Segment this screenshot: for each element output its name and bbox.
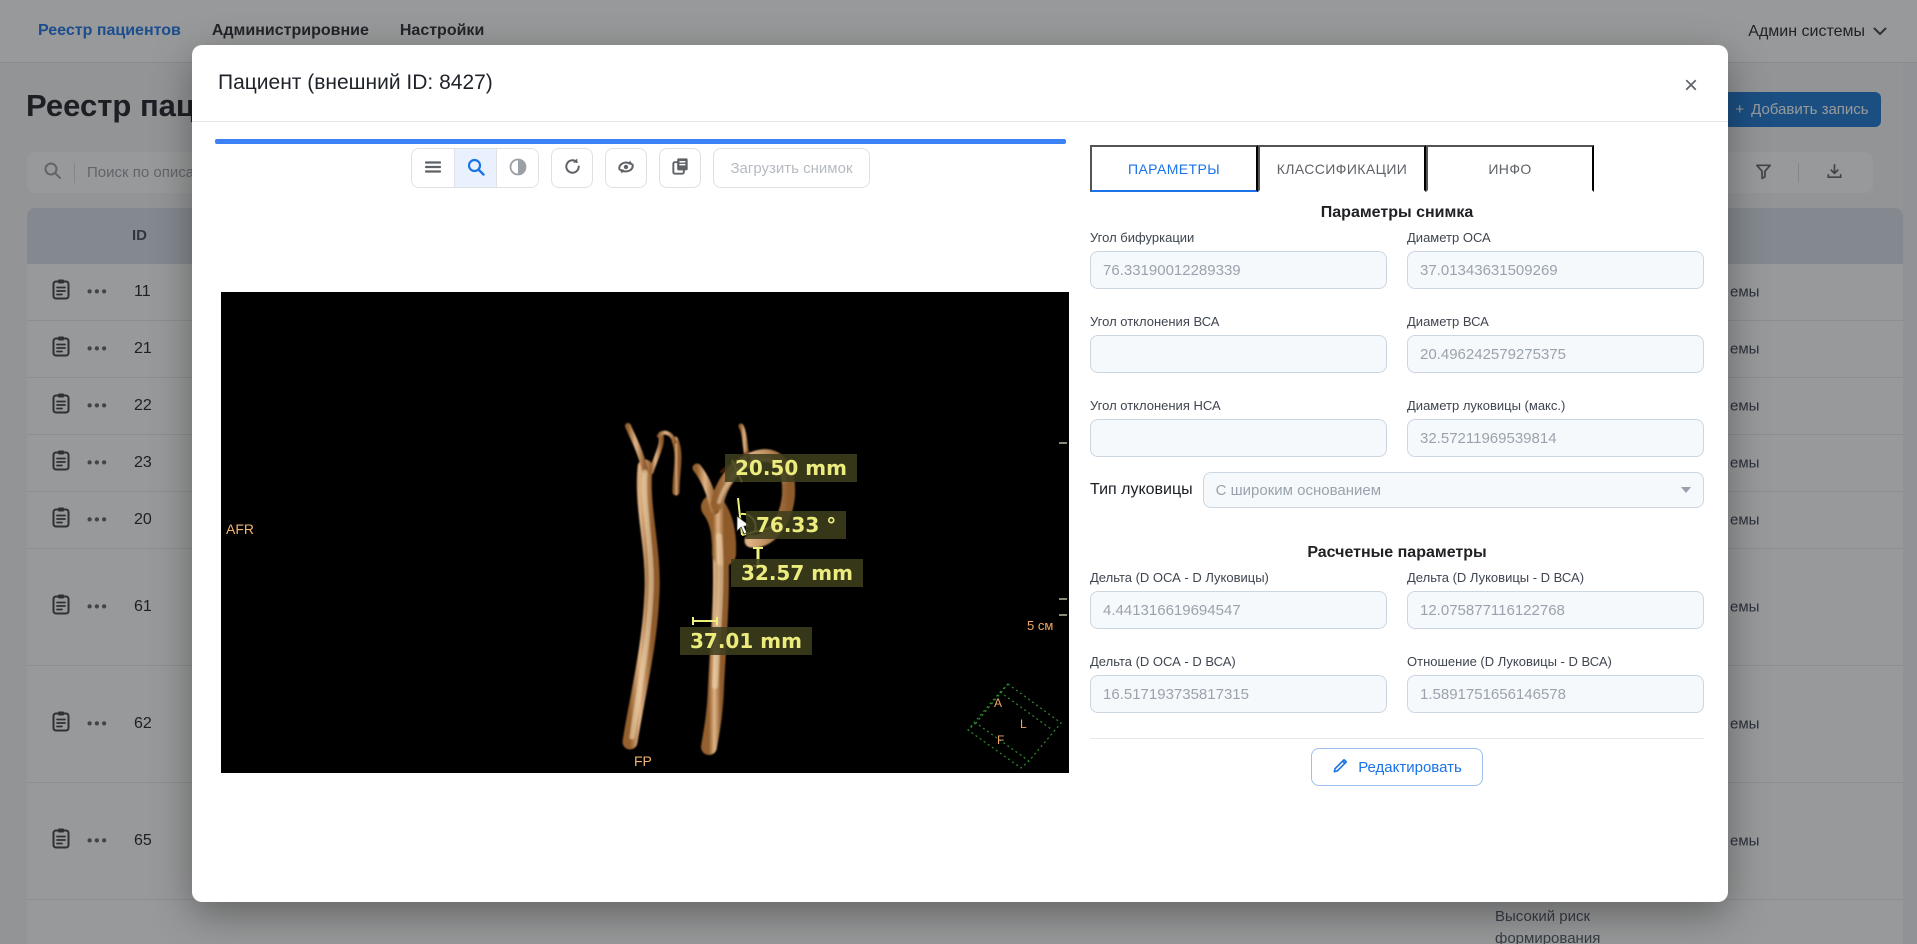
cube-label-l: L	[1020, 717, 1027, 731]
close-icon[interactable]: ×	[1676, 71, 1706, 101]
field-label: Дельта (D Луковицы - D ВСА)	[1407, 570, 1704, 585]
cca-diameter-input[interactable]	[1407, 251, 1704, 289]
menu-icon	[423, 157, 443, 180]
field-ratio-bulb-ica: Отношение (D Луковицы - D ВСА)	[1407, 654, 1704, 713]
field-ica-diameter: Диаметр ВСА	[1407, 314, 1704, 373]
tab-parameters[interactable]: ПАРАМЕТРЫ	[1090, 145, 1258, 192]
scale-tick	[1059, 442, 1067, 444]
contrast-icon	[508, 157, 528, 180]
zoom-mode-button[interactable]	[454, 149, 496, 187]
viewer-toolbar: Загрузить снимок	[215, 148, 1066, 188]
delta-cca-ica-input[interactable]	[1090, 675, 1387, 713]
chevron-down-icon	[1681, 487, 1691, 493]
section-heading-image-params: Параметры снимка	[1090, 204, 1704, 222]
field-delta-cca-ica: Дельта (D ОСА - D ВСА)	[1090, 654, 1387, 713]
copy-button[interactable]	[659, 148, 701, 188]
delta-bulb-ica-input[interactable]	[1407, 591, 1704, 629]
section-heading-calc-params: Расчетные параметры	[1090, 544, 1704, 562]
pencil-icon	[1332, 757, 1349, 778]
field-label: Дельта (D ОСА - D ВСА)	[1090, 654, 1387, 669]
field-label: Угол отклонения ВСА	[1090, 314, 1387, 329]
field-ica-deviation-angle: Угол отклонения ВСА	[1090, 314, 1387, 373]
viewer-progress-bar	[215, 139, 1066, 144]
scale-tick	[1059, 614, 1067, 616]
upload-image-button: Загрузить снимок	[713, 148, 869, 188]
measurement-label-angle: 76.33 °	[746, 511, 846, 539]
measurement-label-32mm: 32.57 mm	[731, 559, 863, 587]
calc-params-grid: Дельта (D ОСА - D Луковицы) Дельта (D Лу…	[1090, 570, 1704, 713]
rotate-3d-icon	[615, 156, 637, 181]
measurement-label-20mm: 20.50 mm	[725, 454, 857, 482]
field-label: Угол отклонения НСА	[1090, 398, 1387, 413]
edit-button-label: Редактировать	[1358, 759, 1462, 776]
scale-tick	[1059, 598, 1067, 600]
bulb-diameter-input[interactable]	[1407, 419, 1704, 457]
field-label: Диаметр луковицы (макс.)	[1407, 398, 1704, 413]
modal-tabs: ПАРАМЕТРЫ КЛАССИФИКАЦИИ ИНФО	[1090, 145, 1704, 192]
field-label: Диаметр ОСА	[1407, 230, 1704, 245]
bulb-type-value: С широким основанием	[1216, 482, 1381, 499]
vessel-render: A L F	[221, 292, 1069, 773]
parameters-pane: ПАРАМЕТРЫ КЛАССИФИКАЦИИ ИНФО Параметры с…	[1090, 145, 1704, 786]
viewer-mode-group	[411, 148, 539, 188]
cube-label-a: A	[994, 696, 1002, 710]
tab-info[interactable]: ИНФО	[1426, 145, 1594, 192]
modal-header: Пациент (внешний ID: 8427) ×	[192, 45, 1728, 122]
orientation-cube-icon	[968, 684, 1061, 768]
magnifier-icon	[466, 157, 486, 180]
contrast-button[interactable]	[496, 149, 538, 187]
field-label: Диаметр ВСА	[1407, 314, 1704, 329]
reset-view-button[interactable]	[551, 148, 593, 188]
modal-title: Пациент (внешний ID: 8427)	[218, 71, 493, 95]
measurement-label-37mm: 37.01 mm	[680, 627, 812, 655]
copy-icon	[670, 156, 691, 180]
rotate-3d-button[interactable]	[605, 148, 647, 188]
field-cca-diameter: Диаметр ОСА	[1407, 230, 1704, 289]
ica-diameter-input[interactable]	[1407, 335, 1704, 373]
field-bifurcation-angle: Угол бифуркации	[1090, 230, 1387, 289]
bulb-type-label: Тип луковицы	[1090, 481, 1193, 499]
orientation-label-bottom: FP	[634, 753, 652, 769]
field-delta-bulb-ica: Дельта (D Луковицы - D ВСА)	[1407, 570, 1704, 629]
orientation-label-left: AFR	[226, 521, 254, 537]
field-eca-deviation-angle: Угол отклонения НСА	[1090, 398, 1387, 457]
cube-label-f: F	[997, 733, 1004, 747]
bulb-type-row: Тип луковицы С широким основанием	[1090, 472, 1704, 508]
tab-classifications[interactable]: КЛАССИФИКАЦИИ	[1258, 145, 1426, 192]
footer-divider	[1090, 738, 1704, 739]
refresh-icon	[562, 156, 583, 180]
vessel-3d-viewport[interactable]: A L F 20.50 mm 76.33 ° 32.57 mm 37.01 mm…	[221, 292, 1069, 773]
field-delta-cca-bulb: Дельта (D ОСА - D Луковицы)	[1090, 570, 1387, 629]
field-label: Угол бифуркации	[1090, 230, 1387, 245]
edit-button[interactable]: Редактировать	[1311, 748, 1483, 786]
bifurcation-angle-input[interactable]	[1090, 251, 1387, 289]
scale-label: 5 см	[1027, 618, 1053, 633]
image-params-grid: Угол бифуркации Диаметр ОСА Угол отклоне…	[1090, 230, 1704, 457]
ica-deviation-angle-input[interactable]	[1090, 335, 1387, 373]
menu-button[interactable]	[412, 149, 454, 187]
field-bulb-diameter: Диаметр луковицы (макс.)	[1407, 398, 1704, 457]
eca-deviation-angle-input[interactable]	[1090, 419, 1387, 457]
bulb-type-select[interactable]: С широким основанием	[1203, 472, 1704, 508]
field-label: Дельта (D ОСА - D Луковицы)	[1090, 570, 1387, 585]
delta-cca-bulb-input[interactable]	[1090, 591, 1387, 629]
field-label: Отношение (D Луковицы - D ВСА)	[1407, 654, 1704, 669]
patient-modal: Пациент (внешний ID: 8427) ×	[192, 45, 1728, 902]
ratio-bulb-ica-input[interactable]	[1407, 675, 1704, 713]
viewer-pane: Загрузить снимок	[215, 123, 1066, 773]
